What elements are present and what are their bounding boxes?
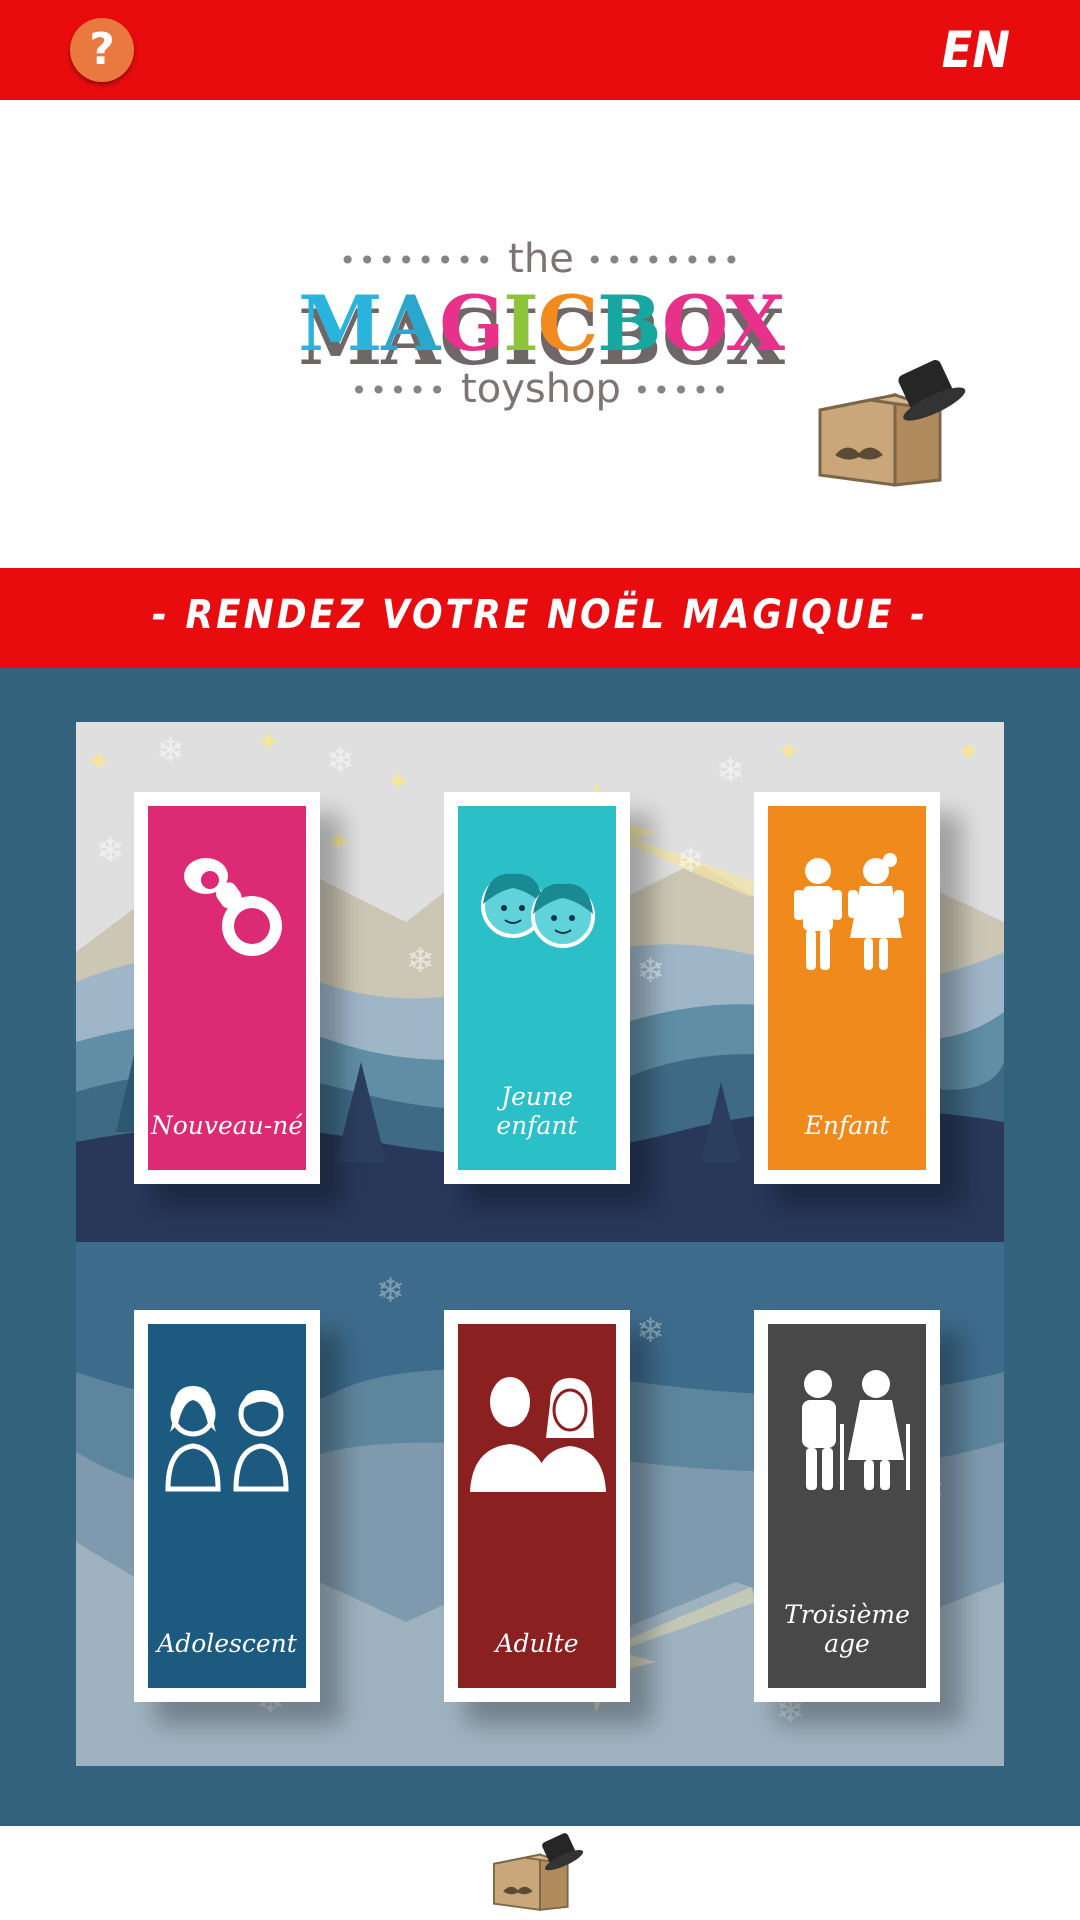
category-label: Jeune enfant bbox=[496, 1082, 578, 1140]
category-card-panel: Jeune enfant bbox=[458, 806, 616, 1170]
logo-letter: I bbox=[503, 279, 539, 368]
category-label: Troisième age bbox=[784, 1600, 910, 1658]
teens-icon bbox=[165, 1386, 289, 1492]
magic-box-footer-icon[interactable] bbox=[490, 1830, 590, 1916]
seniors-icon bbox=[802, 1370, 910, 1490]
svg-text:❄: ❄ bbox=[156, 731, 185, 771]
svg-text:✦: ✦ bbox=[86, 745, 111, 780]
winter-scene: ❄❄❄ ❄❄❄ ❄❄❄ ✦✦✦ ✦✦✦ ❄❄❄ ❄❄❄ bbox=[76, 722, 1004, 1766]
category-card-troisieme-age[interactable]: Troisième age bbox=[754, 1310, 940, 1702]
kids-faces-icon bbox=[481, 873, 595, 948]
svg-text:❄: ❄ bbox=[376, 1271, 405, 1311]
logo-letter: M bbox=[298, 279, 382, 368]
svg-text:❄: ❄ bbox=[406, 941, 435, 981]
logo-the-line: •••••••• the •••••••• bbox=[236, 236, 846, 284]
logo-wordmark-letters: MAGICBOX bbox=[236, 284, 846, 364]
language-toggle[interactable]: EN bbox=[942, 18, 1010, 82]
logo-letter: O bbox=[661, 279, 727, 368]
svg-text:❄: ❄ bbox=[326, 741, 355, 781]
banner-title: - RENDEZ VOTRE NOËL MAGIQUE - bbox=[151, 592, 929, 638]
logo-the-word: the bbox=[508, 236, 574, 282]
category-card-panel: Adolescent bbox=[148, 1324, 306, 1688]
category-label: Adolescent bbox=[157, 1629, 297, 1658]
logo-dots-right: •••••••• bbox=[586, 244, 743, 277]
svg-text:✦: ✦ bbox=[776, 735, 801, 770]
logo-wordmark: MAGICBOX MAGICBOX bbox=[236, 284, 846, 378]
adults-icon bbox=[470, 1377, 606, 1492]
pacifier-icon bbox=[184, 858, 282, 956]
svg-text:✦: ✦ bbox=[386, 765, 411, 800]
category-label: Adulte bbox=[495, 1629, 579, 1658]
category-card-panel: Nouveau-né bbox=[148, 806, 306, 1170]
magic-box-mascot-icon bbox=[818, 360, 966, 487]
svg-text:❄: ❄ bbox=[716, 751, 745, 791]
logo-letter: G bbox=[439, 279, 504, 368]
christmas-banner: - RENDEZ VOTRE NOËL MAGIQUE - bbox=[0, 568, 1080, 668]
svg-text:❄: ❄ bbox=[676, 841, 705, 881]
category-label: Enfant bbox=[804, 1111, 890, 1140]
svg-text:❄: ❄ bbox=[636, 951, 665, 991]
category-card-jeune-enfant[interactable]: Jeune enfant bbox=[444, 792, 630, 1184]
logo-letter: B bbox=[597, 279, 663, 368]
svg-text:❄: ❄ bbox=[636, 1311, 665, 1351]
category-card-adolescent[interactable]: Adolescent bbox=[134, 1310, 320, 1702]
category-card-panel: Enfant bbox=[768, 806, 926, 1170]
svg-text:✦: ✦ bbox=[326, 825, 351, 860]
svg-text:✦: ✦ bbox=[256, 725, 281, 760]
category-card-panel: Troisième age bbox=[768, 1324, 926, 1688]
top-bar: ? EN bbox=[0, 0, 1080, 100]
category-card-nouveau-ne[interactable]: Nouveau-né bbox=[134, 792, 320, 1184]
magicbox-logo: •••••••• the •••••••• MAGICBOX MAGICBOX … bbox=[236, 236, 846, 436]
logo-letter: X bbox=[725, 279, 785, 368]
svg-text:✦: ✦ bbox=[956, 735, 981, 770]
category-card-panel: Adulte bbox=[458, 1324, 616, 1688]
children-icon bbox=[794, 853, 904, 970]
category-label: Nouveau-né bbox=[150, 1111, 304, 1140]
category-card-adulte[interactable]: Adulte bbox=[444, 1310, 630, 1702]
logo-dots-left: •••••••• bbox=[339, 244, 496, 277]
logo-letter: A bbox=[381, 279, 440, 368]
logo-letter: C bbox=[537, 279, 598, 368]
help-button[interactable]: ? bbox=[70, 18, 134, 82]
category-card-enfant[interactable]: Enfant bbox=[754, 792, 940, 1184]
svg-text:❄: ❄ bbox=[96, 831, 125, 871]
category-area: ❄❄❄ ❄❄❄ ❄❄❄ ✦✦✦ ✦✦✦ ❄❄❄ ❄❄❄ bbox=[0, 668, 1080, 1826]
